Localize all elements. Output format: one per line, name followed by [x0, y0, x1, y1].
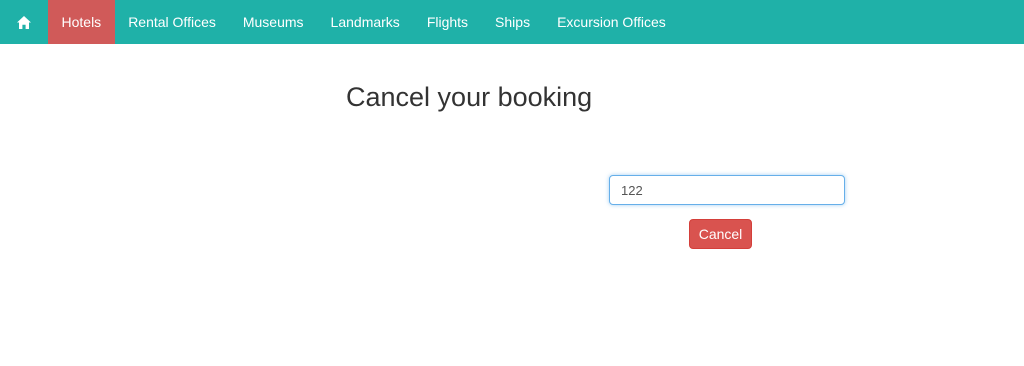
nav-item-ships[interactable]: Ships — [482, 0, 544, 44]
home-icon — [17, 15, 31, 29]
nav-item-flights[interactable]: Flights — [413, 0, 481, 44]
nav-item-landmarks[interactable]: Landmarks — [317, 0, 413, 44]
nav-item-excursion-offices[interactable]: Excursion Offices — [544, 0, 680, 44]
nav-home-link[interactable] — [0, 0, 48, 44]
top-navbar: Hotels Rental Offices Museums Landmarks … — [0, 0, 1024, 44]
page-title: Cancel your booking — [346, 82, 593, 112]
nav-item-museums[interactable]: Museums — [229, 0, 317, 44]
nav-item-hotels[interactable]: Hotels — [48, 0, 115, 44]
cancel-button[interactable]: Cancel — [689, 219, 752, 249]
nav-item-rental-offices[interactable]: Rental Offices — [115, 0, 230, 44]
booking-number-input[interactable] — [609, 175, 845, 205]
